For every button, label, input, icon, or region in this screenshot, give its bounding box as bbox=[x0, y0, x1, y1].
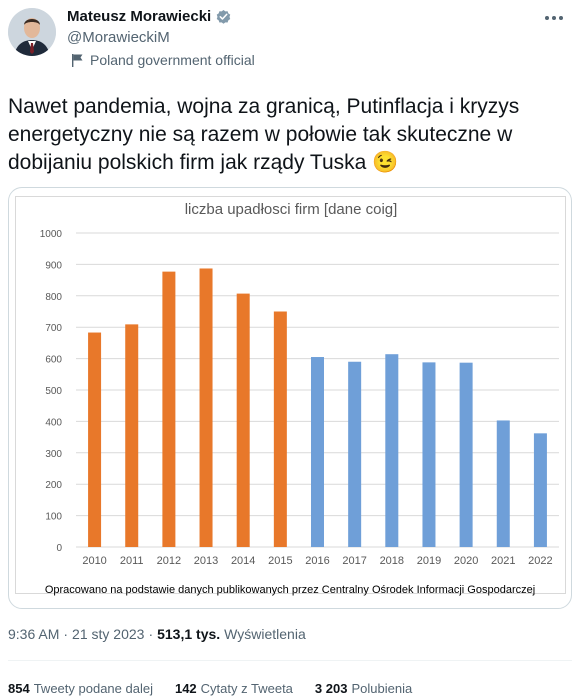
avatar[interactable] bbox=[8, 8, 56, 56]
flag-icon bbox=[71, 53, 84, 67]
timestamp-separator: · bbox=[63, 626, 69, 642]
y-tick-label: 300 bbox=[45, 449, 62, 460]
x-tick-label: 2014 bbox=[231, 555, 255, 567]
bar bbox=[422, 362, 436, 547]
retweets-stat[interactable]: 854 Tweety podane dalej bbox=[8, 681, 153, 696]
x-tick-label: 2011 bbox=[120, 555, 144, 567]
bar bbox=[273, 311, 287, 547]
tweet-image[interactable]: liczba upadłosci firm [dane coig] 0 100 20… bbox=[8, 187, 572, 609]
x-tick-label: 2022 bbox=[528, 555, 552, 567]
tweet-stats: 854 Tweety podane dalej 142 Cytaty z Tweet… bbox=[8, 681, 412, 696]
author-name-row: Mateusz Morawiecki bbox=[67, 8, 232, 25]
views-count: 513,1 tys. bbox=[157, 626, 221, 642]
y-tick-label: 200 bbox=[45, 480, 62, 491]
government-label: Poland government official bbox=[71, 52, 255, 68]
x-tick-label: 2010 bbox=[82, 555, 106, 567]
bar bbox=[459, 362, 473, 547]
quotes-label: Cytaty z Tweeta bbox=[200, 681, 293, 696]
x-tick-label: 2021 bbox=[491, 555, 515, 567]
y-tick-label: 600 bbox=[45, 355, 62, 366]
y-tick-label: 100 bbox=[45, 512, 62, 523]
quotes-stat[interactable]: 142 Cytaty z Tweeta bbox=[175, 681, 293, 696]
x-tick-label: 2018 bbox=[380, 555, 404, 567]
more-dots-icon bbox=[545, 16, 563, 20]
bar bbox=[88, 332, 102, 547]
y-tick-label: 500 bbox=[45, 386, 62, 397]
bar bbox=[496, 420, 510, 547]
y-tick-label: 1000 bbox=[40, 229, 63, 240]
bar bbox=[385, 354, 399, 547]
divider bbox=[8, 660, 572, 661]
x-tick-label: 2017 bbox=[342, 555, 366, 567]
x-tick-label: 2015 bbox=[268, 555, 292, 567]
likes-label: Polubienia bbox=[351, 681, 413, 696]
bar bbox=[533, 433, 547, 547]
retweets-label: Tweety podane dalej bbox=[33, 681, 153, 696]
retweets-count: 854 bbox=[8, 681, 30, 696]
x-tick-label: 2016 bbox=[305, 555, 329, 567]
tweet-time[interactable]: 9:36 AM bbox=[8, 626, 59, 642]
bar bbox=[199, 268, 213, 547]
tweet-timestamp: 9:36 AM · 21 sty 2023 · 513,1 tys. Wyświ… bbox=[8, 626, 306, 642]
bar-chart: liczba upadłosci firm [dane coig] 0 100 20… bbox=[40, 201, 559, 567]
author-name[interactable]: Mateusz Morawiecki bbox=[67, 8, 211, 25]
likes-count: 3 203 bbox=[314, 681, 348, 696]
timestamp-separator: · bbox=[148, 626, 154, 642]
y-tick-label: 700 bbox=[45, 323, 62, 334]
tweet-header: Mateusz Morawiecki @MorawieckiM Poland g… bbox=[0, 0, 580, 80]
tweet-text: Nawet pandemia, wojna za granicą, Putinf… bbox=[8, 95, 520, 174]
likes-stat[interactable]: 3 203 Polubienia bbox=[315, 681, 412, 696]
y-tick-label: 0 bbox=[56, 543, 62, 554]
y-tick-label: 400 bbox=[45, 417, 62, 428]
x-tick-label: 2019 bbox=[417, 555, 441, 567]
author-handle[interactable]: @MorawieckiM bbox=[67, 29, 170, 46]
bar bbox=[162, 271, 176, 547]
chart-title: liczba upadłosci firm [dane coig] bbox=[185, 201, 398, 218]
bar bbox=[311, 357, 324, 547]
bar bbox=[236, 293, 250, 547]
y-tick-label: 800 bbox=[45, 292, 62, 303]
y-tick-label: 900 bbox=[45, 260, 62, 271]
chart-source: Opracowano na podstawie danych publikowa… bbox=[44, 584, 536, 596]
bar bbox=[125, 324, 139, 547]
x-tick-label: 2012 bbox=[157, 555, 181, 567]
x-tick-label: 2013 bbox=[194, 555, 218, 567]
government-label-text: Poland government official bbox=[90, 52, 255, 68]
bar bbox=[348, 361, 362, 547]
chart-frame: liczba upadłosci firm [dane coig] 0 100 20… bbox=[15, 196, 566, 594]
more-options-button[interactable] bbox=[540, 4, 568, 32]
verified-badge-icon bbox=[215, 8, 232, 25]
tweet-date[interactable]: 21 sty 2023 bbox=[72, 626, 144, 642]
views-label: Wyświetlenia bbox=[224, 626, 306, 642]
avatar-portrait-icon bbox=[8, 8, 56, 56]
x-tick-label: 2020 bbox=[454, 555, 478, 567]
quotes-count: 142 bbox=[174, 681, 197, 696]
